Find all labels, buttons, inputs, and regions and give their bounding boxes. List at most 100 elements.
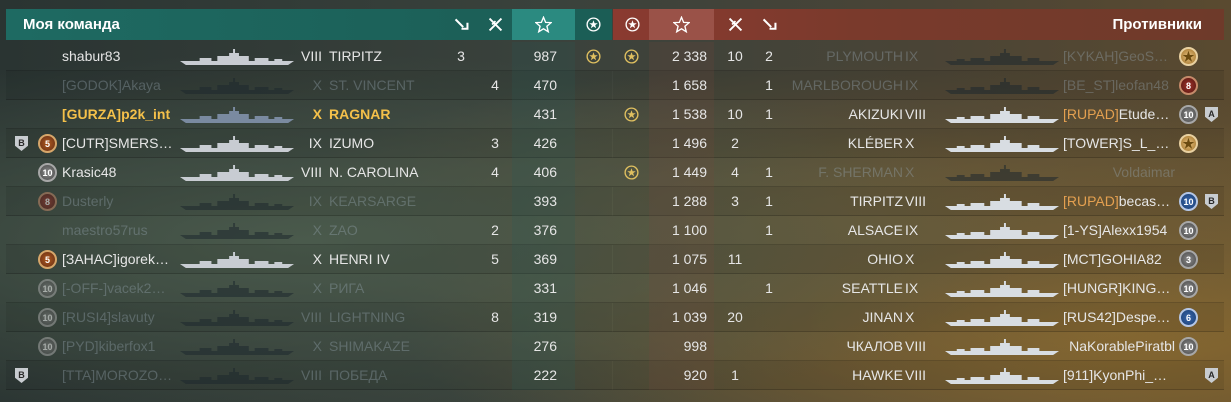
player-name-cell[interactable]: [-OFF-]vacek2…: [62, 274, 178, 303]
ship-name: ПОБЕДА: [329, 367, 388, 383]
player-name-cell[interactable]: [PYD]kiberfox1: [62, 332, 178, 361]
enemy-player-name: Voldaimar: [1112, 164, 1175, 180]
enemy-ship-tier: VIII: [905, 367, 927, 383]
rank-badge-icon: 5: [38, 134, 57, 153]
laurel-icon: [623, 164, 640, 181]
ship-name: HENRI IV: [329, 251, 390, 267]
enemy-planes-destroyed-count: 1: [731, 367, 739, 383]
enemy-base-xp-value: 2 338: [671, 48, 707, 64]
enemy-team-row[interactable]: 1 658 1 MARLBOROUGH IX [BE_ST]leofan48 8: [613, 71, 1224, 100]
clan-tag: [GODOK]: [62, 77, 122, 93]
enemy-team-row[interactable]: 1 496 2 KLÉBER X [TOWER]S_L_… ★: [613, 129, 1224, 158]
my-team-row[interactable]: B 5 [CUTR]SMERS… IX IZUMO 3 426: [6, 129, 612, 158]
ship-name: РИГА: [329, 280, 365, 296]
player-name-cell[interactable]: [GURZA]p2k_int: [62, 100, 178, 129]
planes-destroyed-column-header[interactable]: [480, 9, 510, 40]
player-name-cell[interactable]: maestro57rus: [62, 216, 178, 245]
enemy-planes-destroyed-column-header[interactable]: [719, 9, 751, 40]
enemy-planes-destroyed-count: 2: [731, 135, 739, 151]
player-name-cell[interactable]: Krasic48: [62, 158, 178, 187]
enemy-team-row[interactable]: 1 046 1 SEATTLE IX [HUNGR]KING… 10: [613, 274, 1224, 303]
enemy-player-name-cell[interactable]: [RUS42]Despe…: [1063, 303, 1175, 332]
rank-badge-icon: 10: [38, 337, 57, 356]
laurel-icon: [623, 106, 640, 123]
enemy-player-name-cell[interactable]: [KYKAH]GeoS…: [1063, 42, 1175, 71]
ship-tier: X: [312, 251, 322, 267]
my-team-header: Моя команда: [6, 9, 612, 40]
player-name: Dusterly: [62, 193, 114, 209]
player-name-cell[interactable]: Dusterly: [62, 187, 178, 216]
rank-badge-icon: 3: [1179, 250, 1198, 269]
enemy-achievements-column-header[interactable]: [617, 9, 647, 40]
service-badge-icon: A: [1205, 107, 1218, 122]
enemy-team-header: Противники: [613, 9, 1224, 40]
player-name: shabur83: [62, 48, 121, 64]
enemy-team-row[interactable]: 2 338 10 2 PLYMOUTH IX [KYKAH]GeoS… ★: [613, 42, 1224, 71]
enemy-player-name-cell[interactable]: Voldaimar: [1063, 158, 1175, 187]
enemy-team-row[interactable]: 998 ЧКАЛОВ VIII NaKorablePiratbl 10: [613, 332, 1224, 361]
laurel-icon: [585, 48, 602, 65]
enemy-player-name: S_L_…: [1122, 135, 1170, 151]
player-name-cell[interactable]: [CUTR]SMERS…: [62, 129, 178, 158]
rank-badge-icon: 10: [1179, 279, 1198, 298]
ship-tier: X: [312, 106, 322, 122]
ship-name: SHIMAKAZE: [329, 338, 410, 354]
enemy-player-name-cell[interactable]: [MCT]GOHIA82: [1063, 245, 1175, 274]
enemy-planes-destroyed-count: 10: [727, 48, 743, 64]
enemy-team-row[interactable]: 1 449 4 1 F. SHERMAN X Voldaimar: [613, 158, 1224, 187]
my-team-row[interactable]: [GURZA]p2k_int X RAGNAR 431: [6, 100, 612, 129]
base-xp-value: 376: [533, 222, 557, 238]
achievements-column-header[interactable]: [577, 9, 609, 40]
my-team-row[interactable]: [GODOK]Akaya X ST. VINCENT 4 470: [6, 71, 612, 100]
enemy-team-row[interactable]: 1 100 1 ALSACE IX [1-YS]Alexx1954 10: [613, 216, 1224, 245]
ship-tier: X: [312, 280, 322, 296]
player-name-cell[interactable]: [RUSI4]slavuty: [62, 303, 178, 332]
my-team-row[interactable]: maestro57rus X ZAO 2 376: [6, 216, 612, 245]
enemy-team-row[interactable]: 1 288 3 1 TIRPITZ VIII [RUPAD]becas… 10 B: [613, 187, 1224, 216]
enemy-player-name-cell[interactable]: [RUPAD]Etude…: [1063, 100, 1175, 129]
my-team-row[interactable]: B [TTA]MOROZO… VIII ПОБЕДА 222: [6, 361, 612, 390]
my-team-row[interactable]: 8 Dusterly IX KEARSARGE 393: [6, 187, 612, 216]
enemy-player-name-cell[interactable]: [BE_ST]leofan48: [1063, 71, 1175, 100]
base-xp-value: 431: [533, 106, 557, 122]
enemy-player-name: GOHIA82: [1101, 251, 1162, 267]
my-team-row[interactable]: 10 [-OFF-]vacek2… X РИГА 331: [6, 274, 612, 303]
enemy-base-xp-value: 1 496: [671, 135, 707, 151]
ship-silhouette-icon: [178, 250, 296, 270]
enemy-ships-sunk-count: 1: [765, 222, 773, 238]
enemy-player-name-cell[interactable]: [TOWER]S_L_…: [1063, 129, 1175, 158]
player-row: maestro57rus X ZAO 2 376 1 100 1 ALSACE IX [1-YS]…: [6, 216, 1224, 245]
rank-badge-icon: 6: [1179, 308, 1198, 327]
planes-destroyed-count: 3: [491, 135, 499, 151]
enemy-base-xp-column-header[interactable]: [649, 9, 714, 40]
enemy-player-name-cell[interactable]: [HUNGR]KING…: [1063, 274, 1175, 303]
my-team-row[interactable]: 10 Krasic48 VIII N. CAROLINA 4 406: [6, 158, 612, 187]
player-name-cell[interactable]: [ЗАНАС]igorek…: [62, 245, 178, 274]
rank-badge-icon: 5: [38, 250, 57, 269]
enemy-player-name-cell[interactable]: [RUPAD]becas…: [1063, 187, 1175, 216]
ship-silhouette-icon: [178, 163, 296, 183]
enemy-team-row[interactable]: 1 538 10 1 AKIZUKI VIII [RUPAD]Etude… 10 A: [613, 100, 1224, 129]
enemy-team-row[interactable]: 1 075 11 OHIO X [MCT]GOHIA82 3: [613, 245, 1224, 274]
enemy-player-name-cell[interactable]: [911]KyonPhi_…: [1063, 361, 1175, 390]
laurel-icon: [624, 17, 640, 32]
base-xp-column-header[interactable]: [512, 9, 575, 40]
my-team-row[interactable]: 10 [RUSI4]slavuty VIII LIGHTNING 8 319: [6, 303, 612, 332]
star-icon: [673, 16, 690, 33]
player-name-cell[interactable]: [TTA]MOROZO…: [62, 361, 178, 390]
player-name-cell[interactable]: [GODOK]Akaya: [62, 71, 178, 100]
enemy-team-row[interactable]: 1 039 20 JINAN X [RUS42]Despe… 6: [613, 303, 1224, 332]
enemy-ships-sunk-column-header[interactable]: [753, 9, 785, 40]
my-team-row[interactable]: shabur83 VIII TIRPITZ 3 987: [6, 42, 612, 71]
ships-sunk-column-header[interactable]: [446, 9, 476, 40]
my-team-row[interactable]: 10 [PYD]kiberfox1 X SHIMAKAZE 276: [6, 332, 612, 361]
enemy-player-name-cell[interactable]: NaKorablePiratbl: [1063, 332, 1175, 361]
player-name: Krasic48: [62, 164, 117, 180]
player-name-cell[interactable]: shabur83: [62, 42, 178, 71]
ship-tier: X: [312, 222, 322, 238]
enemy-team-row[interactable]: 920 1 HAWKE VIII [911]KyonPhi_… A: [613, 361, 1224, 390]
enemy-ship-tier: IX: [905, 222, 919, 238]
my-team-row[interactable]: 5 [ЗАНАС]igorek… X HENRI IV 5 369: [6, 245, 612, 274]
enemy-player-name-cell[interactable]: [1-YS]Alexx1954: [1063, 216, 1175, 245]
ship-silhouette-icon: [943, 134, 1061, 154]
